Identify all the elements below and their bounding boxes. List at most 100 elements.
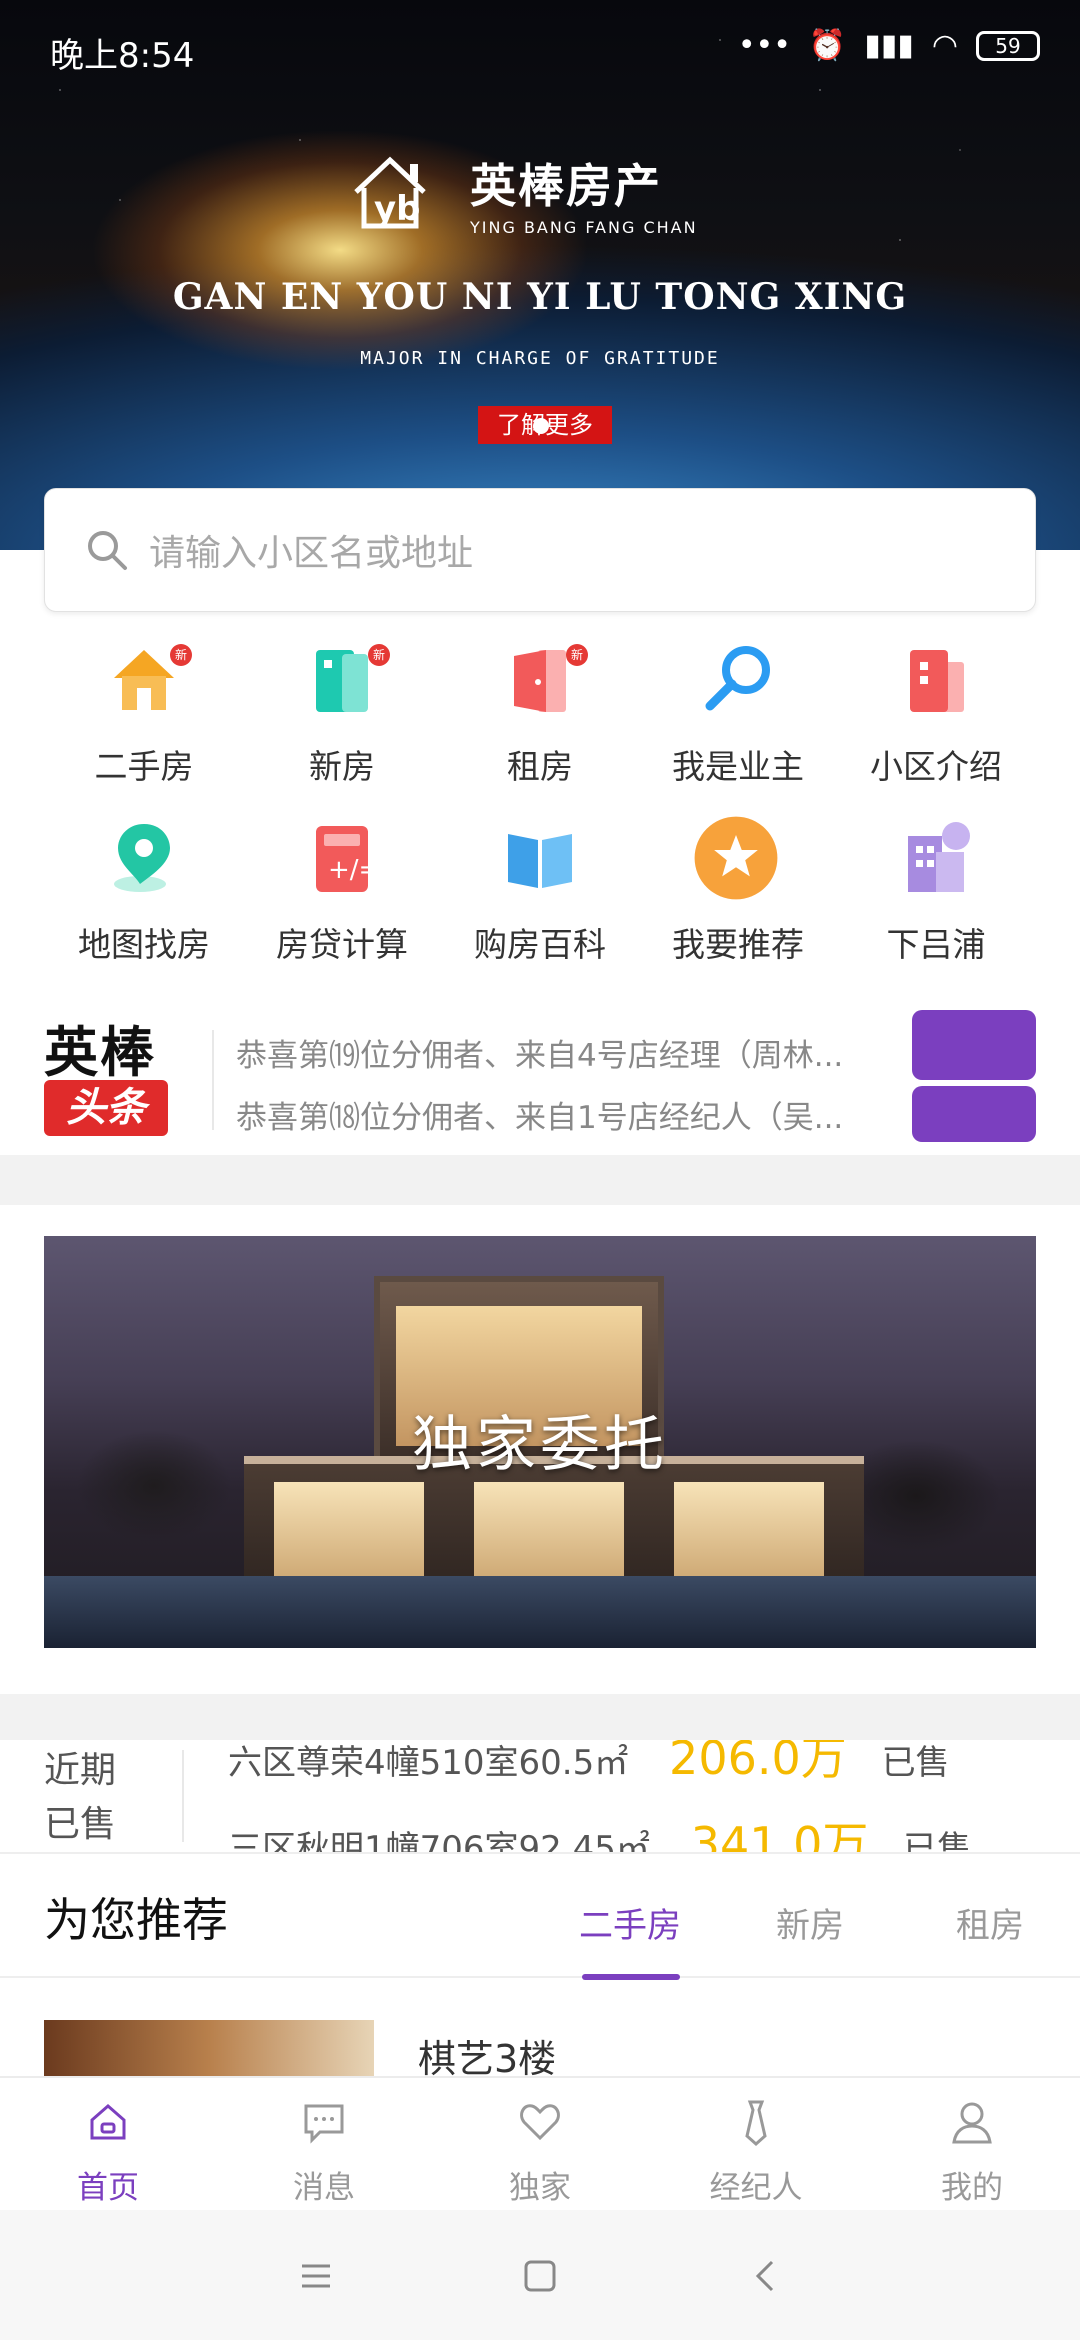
news-item[interactable]: 恭喜第⒆位分佣者、来自4号店经理（周林... [236,1030,916,1075]
sold-address: 三区秋明1幢706室92.45㎡ [228,1829,650,1852]
grid-label: 购房百科 [474,925,606,964]
back-icon[interactable] [746,2256,786,2296]
grid-label: 地图找房 [78,925,210,964]
grid-item-xialvpu[interactable]: 吕 下吕浦 [828,808,1044,978]
banner-pool [44,1576,1036,1648]
district-badge: 吕 [967,828,984,847]
banner-title: 独家委托 [412,1410,668,1480]
brand-house-icon: yb [354,156,426,229]
tab-label: 消息 [293,2170,355,2206]
tab-profile[interactable]: 我的 [864,2078,1080,2212]
news-thumbnail[interactable] [912,1086,1036,1142]
tab-exclusive[interactable]: 独家 [432,2078,648,2212]
news-item[interactable]: 恭喜第⒅位分佣者、来自1号店经纪人（吴... [236,1092,916,1137]
tab-label: 经纪人 [709,2170,803,2206]
news-logo-title: 英棒 [44,1021,156,1084]
battery-icon: 59 [976,30,1040,61]
recent-sold-ticker[interactable]: 近期 已售 六区尊荣4幢510室60.5㎡ 206.0万 已售 三区秋明1幢70… [0,1740,1080,1852]
sold-price: 341.0万 [690,1817,869,1852]
sold-status: 已售 [903,1829,972,1852]
grid-label: 我要推荐 [672,925,804,964]
home-square-icon[interactable] [520,2256,560,2296]
search-icon [88,531,127,570]
map-pin-icon [114,824,170,892]
brand-name: 英棒房产 [470,159,662,213]
headline-news[interactable]: 英棒 头条 恭喜第⒆位分佣者、来自4号店经理（周林... 恭喜第⒅位分佣者、来自… [0,1000,1080,1155]
recommend-header: 为您推荐 二手房 新房 租房 [0,1852,1080,1980]
message-icon [304,2104,344,2144]
heart-icon [520,2104,560,2141]
listing-card[interactable]: 棋艺3楼 [0,1980,1080,2080]
grid-label: 房贷计算 [276,925,408,964]
menu-icon[interactable] [296,2256,336,2296]
tab-label: 首页 [77,2170,139,2206]
grid-item-new-house[interactable]: 新 新房 [234,630,450,800]
new-badge: 新 [566,644,588,666]
divider [212,1030,214,1130]
grid-item-mortgage[interactable]: +/= 房贷计算 [234,808,450,978]
recent-sold-label-line1: 近期 [44,1750,117,1791]
status-time: 晚上8:54 [50,36,195,76]
star-icon [694,816,778,900]
alarm-icon: ⏰ [808,28,847,63]
listing-photo [44,2020,374,2080]
tab-label: 我的 [941,2170,1003,2206]
search-bar[interactable]: 请输入小区名或地址 [44,488,1036,612]
sold-row[interactable]: 三区秋明1幢706室92.45㎡ 341.0万 已售 [228,1808,971,1852]
svg-text:yb: yb [374,189,421,229]
grid-item-recommend[interactable]: 我要推荐 [630,808,846,978]
tab-second-hand[interactable]: 二手房 [560,1898,700,1947]
tab-messages[interactable]: 消息 [216,2078,432,2212]
calculator-icon: +/= [316,826,380,892]
grid-item-encyclopedia[interactable]: 购房百科 [432,808,648,978]
exclusive-banner[interactable]: 独家委托 [44,1236,1036,1648]
recent-sold-label: 近期 已售 [44,1744,144,1852]
sold-row[interactable]: 六区尊荣4幢510室60.5㎡ 206.0万 已售 [228,1740,950,1788]
home-icon [90,2104,126,2140]
tab-new-house[interactable]: 新房 [740,1898,880,1947]
tab-rent[interactable]: 租房 [920,1898,1060,1947]
status-bar: 晚上8:54 ••• ⏰ ▮▮▮ ◠ 59 [0,0,1080,100]
sold-price: 206.0万 [669,1740,847,1785]
hero-slogan: GAN EN YOU NI YI LU TONG XING [172,276,908,318]
tab-label: 独家 [509,2170,571,2206]
grid-item-second-hand[interactable]: 新 二手房 [36,630,252,800]
grid-label: 新房 [309,747,375,786]
grid-item-owner[interactable]: 我是业主 [630,630,846,800]
more-icon: ••• [737,28,791,63]
sold-address: 六区尊荣4幢510室60.5㎡ [228,1743,629,1783]
svg-text:+/=: +/= [328,855,380,885]
new-badge: 新 [170,644,192,666]
listing-title: 棋艺3楼 [418,2037,557,2080]
recommend-title: 为您推荐 [44,1893,228,1947]
grid-item-map-search[interactable]: 地图找房 [36,808,252,978]
hero-slogan-sub: MAJOR IN CHARGE OF GRATITUDE [360,348,720,369]
book-icon [508,834,572,888]
brand-pinyin: YING BANG FANG CHAN [470,218,698,237]
bottom-tab-bar: 首页 消息 独家 经纪人 我的 [0,2076,1080,2210]
grid-item-rent[interactable]: 新 租房 [432,630,648,800]
key-icon [705,646,770,711]
grid-label: 下吕浦 [886,925,986,964]
carousel-indicator[interactable] [533,418,549,434]
search-placeholder: 请输入小区名或地址 [149,533,474,574]
community-icon [910,650,964,712]
news-logo-tag: 头条 [44,1080,168,1136]
signal-icon: ▮▮▮ [864,28,914,63]
system-navigation-bar [0,2210,1080,2340]
new-badge: 新 [368,644,390,666]
grid-label: 二手房 [94,747,194,786]
divider [182,1750,184,1842]
grid-label: 小区介绍 [870,747,1002,786]
profile-icon [952,2102,992,2144]
news-thumbnail[interactable] [912,1010,1036,1080]
recent-sold-label-line2: 已售 [44,1804,117,1845]
grid-item-community[interactable]: 小区介绍 [828,630,1044,800]
tab-agent[interactable]: 经纪人 [648,2078,864,2212]
section-gap [0,1155,1080,1205]
brand-logo: yb 英棒房产 YING BANG FANG CHAN [350,150,698,237]
tab-home[interactable]: 首页 [0,2078,216,2212]
hero-banner[interactable]: 晚上8:54 ••• ⏰ ▮▮▮ ◠ 59 yb 英棒房产 YING BANG … [0,0,1080,550]
wifi-icon: ◠ [931,28,958,63]
grid-label: 我是业主 [672,747,804,786]
